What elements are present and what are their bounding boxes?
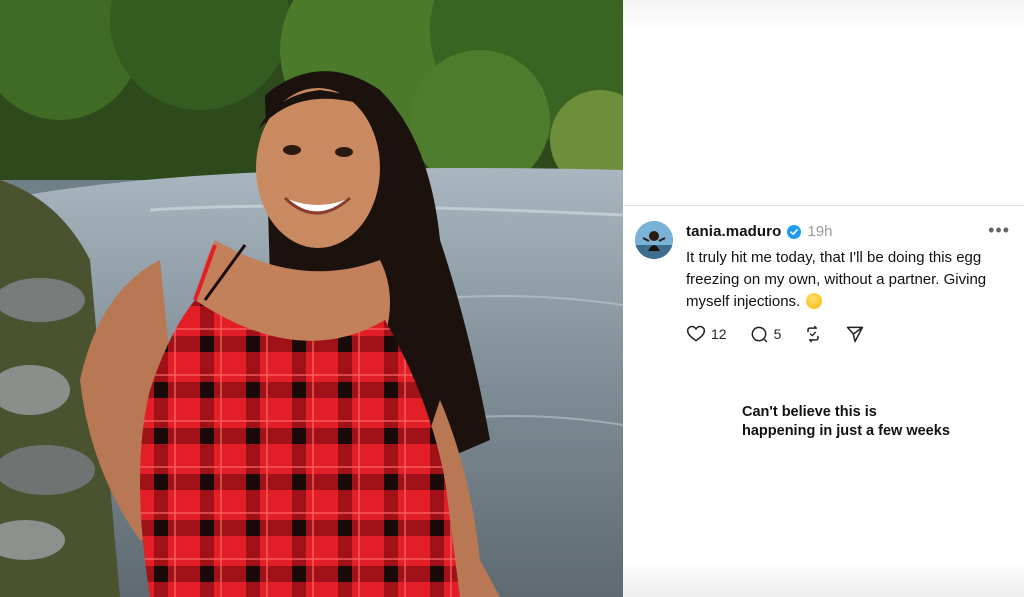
heart-icon xyxy=(686,325,706,342)
caption-line-2: happening in just a few weeks xyxy=(742,423,950,439)
username[interactable]: tania.maduro xyxy=(686,223,781,240)
relieved-face-emoji xyxy=(806,293,823,309)
comment-bubble-icon xyxy=(751,326,767,343)
caption-line-1: Can't believe this is xyxy=(742,404,877,420)
photo xyxy=(0,0,623,597)
right-panel: tania.maduro 19h ••• It truly hit me tod… xyxy=(623,0,1024,597)
story-caption: Can't believe this is happening in just … xyxy=(742,403,950,441)
post-body: It truly hit me today, that I'll be doin… xyxy=(686,249,987,310)
repost-button[interactable] xyxy=(803,324,823,344)
post-header: tania.maduro 19h xyxy=(686,223,832,240)
post-time: 19h xyxy=(807,223,833,240)
send-icon xyxy=(847,326,864,343)
share-button[interactable] xyxy=(845,324,865,344)
more-options-icon[interactable]: ••• xyxy=(988,220,1010,241)
avatar[interactable] xyxy=(635,221,673,259)
like-count: 12 xyxy=(711,326,727,342)
repost-icon xyxy=(807,325,820,343)
post-actions: 12 5 xyxy=(686,324,865,344)
avatar-image xyxy=(635,221,673,259)
post-text: It truly hit me today, that I'll be doin… xyxy=(686,247,1006,313)
verified-badge-icon xyxy=(787,224,802,239)
photo-illustration xyxy=(0,0,623,597)
comment-button[interactable]: 5 xyxy=(749,324,782,344)
post-card[interactable]: tania.maduro 19h ••• It truly hit me tod… xyxy=(623,205,1024,356)
like-button[interactable]: 12 xyxy=(686,324,727,344)
comment-count: 5 xyxy=(773,326,782,342)
